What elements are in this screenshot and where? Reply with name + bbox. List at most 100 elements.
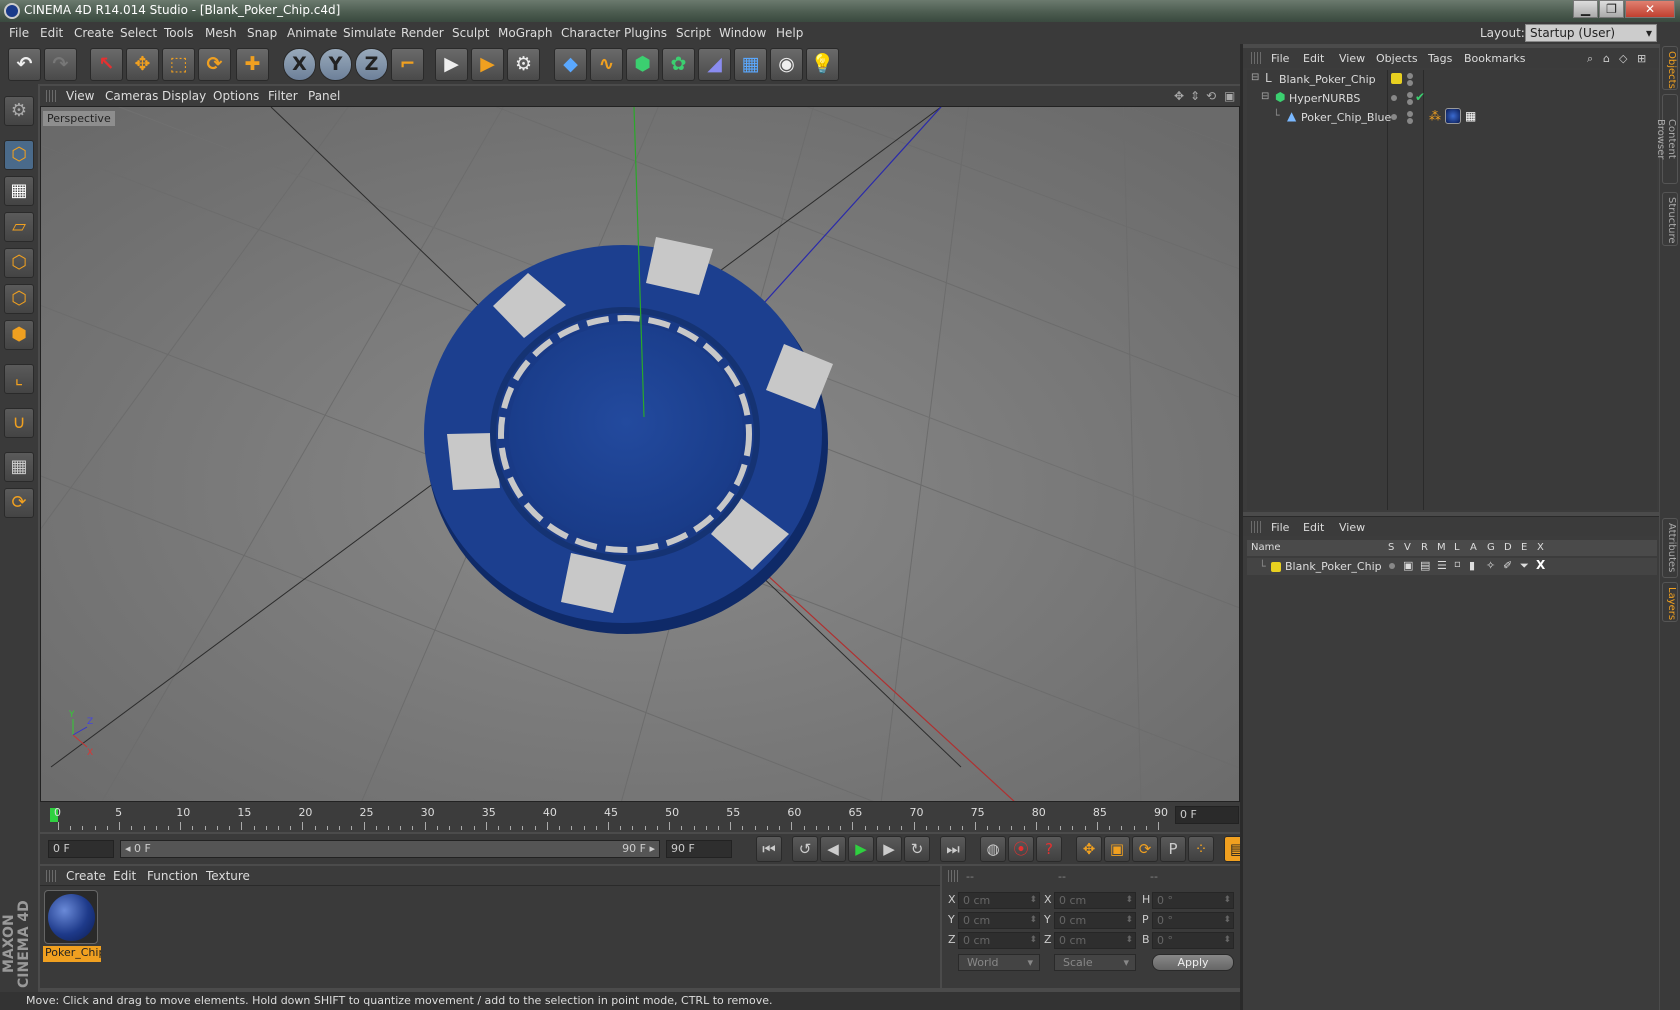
enabled-checkmark-icon[interactable]: ✔ — [1415, 90, 1425, 104]
tab-objects[interactable]: Objects — [1662, 46, 1678, 90]
editor-visibility-dot[interactable] — [1407, 92, 1413, 98]
texture-mode-icon[interactable]: ▦ — [4, 176, 34, 206]
menu-create[interactable]: Create — [74, 26, 114, 40]
end-frame-field[interactable]: 90 F — [666, 840, 732, 858]
render-visibility-dot[interactable] — [1407, 118, 1413, 124]
column-render-header[interactable]: R — [1421, 542, 1428, 553]
previous-key-button[interactable]: ↺ — [792, 836, 818, 862]
column-deformers-header[interactable]: D — [1504, 542, 1512, 553]
grip-icon[interactable] — [46, 90, 56, 102]
render-visibility-dot[interactable] — [1407, 80, 1413, 86]
home-icon[interactable]: ⌂ — [1603, 52, 1610, 65]
menu-sculpt[interactable]: Sculpt — [452, 26, 489, 40]
menu-file[interactable]: File — [9, 26, 29, 40]
menu-simulate[interactable]: Simulate — [343, 26, 396, 40]
size-y-field[interactable]: 0 cm — [1054, 912, 1136, 929]
apply-button[interactable]: Apply — [1152, 954, 1234, 971]
current-frame-field[interactable]: 0 F — [1175, 806, 1239, 824]
position-y-field[interactable]: 0 cm — [958, 912, 1040, 929]
maximize-button[interactable]: ❐ — [1599, 0, 1624, 18]
keyframe-selection-button[interactable]: ? — [1036, 836, 1062, 862]
viewport-menu-panel[interactable]: Panel — [308, 89, 340, 103]
grip-icon[interactable] — [1251, 521, 1261, 533]
grip-icon[interactable] — [948, 870, 958, 882]
x-axis-lock-button[interactable]: X — [283, 48, 316, 81]
axis-mode-icon[interactable]: ⌞ — [4, 364, 34, 394]
size-z-field[interactable]: 0 cm — [1054, 932, 1136, 949]
layer-expressions-icon[interactable]: ⏷ — [1520, 559, 1529, 573]
new-view-icon[interactable]: ⊞ — [1637, 52, 1646, 65]
menu-window[interactable]: Window — [719, 26, 766, 40]
workplane-mode-icon[interactable]: ▱ — [4, 212, 34, 242]
expand-icon[interactable]: ⊟ — [1261, 91, 1269, 102]
size-mode-dropdown[interactable]: Scale — [1054, 954, 1136, 971]
rotation-b-field[interactable]: 0 ° — [1152, 932, 1234, 949]
viewport-menu-options[interactable]: Options — [213, 89, 259, 103]
menu-script[interactable]: Script — [676, 26, 711, 40]
expand-icon[interactable]: ⊟ — [1251, 72, 1259, 83]
previous-frame-button[interactable]: ◀ — [820, 836, 846, 862]
add-floor-button[interactable]: ▦ — [734, 48, 767, 81]
tab-attributes[interactable]: Attributes — [1662, 518, 1678, 578]
make-editable-icon[interactable]: ⚙ — [4, 96, 34, 126]
material-label[interactable]: Poker_Chip — [43, 946, 101, 962]
menu-plugins[interactable]: Plugins — [624, 26, 667, 40]
column-xref-header[interactable]: X — [1537, 542, 1544, 553]
material-menu-edit[interactable]: Edit — [113, 869, 136, 883]
texture-tag-icon[interactable] — [1445, 108, 1461, 124]
rotation-h-field[interactable]: 0 ° — [1152, 892, 1234, 909]
menu-character[interactable]: Character — [561, 26, 620, 40]
layer-deformers-icon[interactable]: ✐ — [1503, 559, 1512, 572]
key-position-button[interactable]: ✥ — [1076, 836, 1102, 862]
size-x-field[interactable]: 0 cm — [1054, 892, 1136, 909]
object-menu-tags[interactable]: Tags — [1428, 52, 1452, 65]
menu-mesh[interactable]: Mesh — [205, 26, 237, 40]
layer-generators-icon[interactable]: ✧ — [1486, 559, 1495, 572]
object-menu-edit[interactable]: Edit — [1303, 52, 1324, 65]
undo-button[interactable]: ↶ — [8, 48, 41, 81]
scale-tool-button[interactable]: ⬚ — [162, 48, 195, 81]
edges-mode-icon[interactable]: ⬡ — [4, 284, 34, 314]
material-thumbnail[interactable] — [44, 890, 98, 944]
menu-snap[interactable]: Snap — [247, 26, 277, 40]
menu-edit[interactable]: Edit — [40, 26, 63, 40]
viewport-zoom-icon[interactable]: ⇕ — [1190, 89, 1200, 103]
viewport-menu-filter[interactable]: Filter — [268, 89, 298, 103]
rotate-tool-button[interactable]: ⟳ — [198, 48, 231, 81]
render-visibility-dot[interactable] — [1407, 99, 1413, 105]
viewport-rotate-icon[interactable]: ⟲ — [1206, 89, 1216, 103]
add-cube-button[interactable]: ◆ — [554, 48, 587, 81]
column-generators-header[interactable]: G — [1487, 542, 1495, 553]
grip-icon[interactable] — [46, 870, 56, 882]
menu-tools[interactable]: Tools — [164, 26, 194, 40]
model-mode-icon[interactable]: ⬡ — [4, 140, 34, 170]
close-button[interactable]: ✕ — [1625, 0, 1675, 18]
add-camera-button[interactable]: ◉ — [770, 48, 803, 81]
planar-workplane-icon[interactable]: ⟳ — [4, 488, 34, 518]
column-manager-header[interactable]: M — [1437, 542, 1446, 553]
add-spline-button[interactable]: ∿ — [590, 48, 623, 81]
render-active-view-button[interactable]: ▶ — [471, 48, 504, 81]
material-menu-function[interactable]: Function — [147, 869, 198, 883]
play-button[interactable]: ▶ — [848, 836, 874, 862]
coordinate-mode-dropdown[interactable]: World — [958, 954, 1040, 971]
column-locked-header[interactable]: L — [1454, 542, 1460, 553]
live-selection-button[interactable]: ↖ — [90, 48, 123, 81]
snap-icon[interactable]: ∪ — [4, 408, 34, 438]
render-settings-button[interactable]: ⚙ — [507, 48, 540, 81]
3d-viewport[interactable]: Y Z X Perspective — [40, 106, 1240, 802]
view-toggle-icon[interactable]: ◇ — [1619, 52, 1627, 65]
menu-render[interactable]: Render — [401, 26, 444, 40]
layer-animation-icon[interactable]: ▮ — [1469, 559, 1475, 572]
menu-animate[interactable]: Animate — [287, 26, 337, 40]
key-pla-button[interactable]: ⁘ — [1188, 836, 1214, 862]
go-to-start-button[interactable]: ⏮ — [756, 836, 782, 862]
move-tool-button[interactable]: ✥ — [126, 48, 159, 81]
start-frame-field[interactable]: 0 F — [48, 840, 114, 858]
layer-color-swatch[interactable] — [1391, 73, 1402, 84]
timeline-ruler[interactable]: 0 5 10 15 20 25 30 35 40 45 50 55 60 65 70 75 80 85 90 0 F — [40, 802, 1240, 832]
last-tool-button[interactable]: ✚ — [236, 48, 269, 81]
tab-structure[interactable]: Structure — [1662, 192, 1678, 246]
layer-lock-icon[interactable]: ▫ — [1454, 559, 1461, 570]
add-nurbs-button[interactable]: ⬢ — [626, 48, 659, 81]
